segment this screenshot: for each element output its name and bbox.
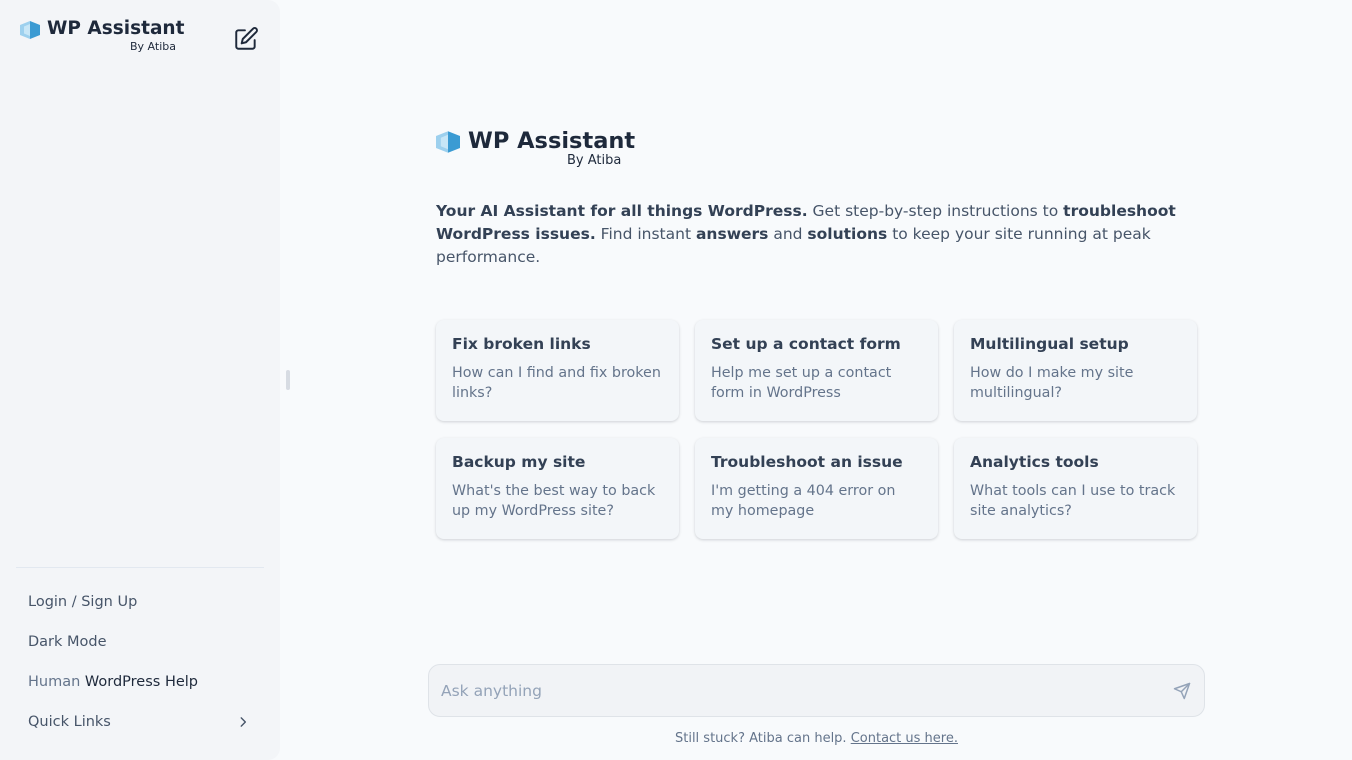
- suggestion-card-description: What's the best way to back up my WordPr…: [452, 483, 656, 519]
- suggestion-card-title: Backup my site: [452, 453, 586, 471]
- wp-assistant-logo-icon: [436, 131, 460, 153]
- sidebar: WP Assistant By Atiba Login / Sign Up Da…: [0, 0, 280, 760]
- edit-icon: [235, 27, 258, 50]
- hero-brand-name: WP Assistant: [468, 128, 636, 154]
- suggestion-card-description: I'm getting a 404 error on my homepage: [711, 483, 896, 519]
- chevron-right-icon: [240, 717, 247, 727]
- sidebar-item-quick-links-label: Quick Links: [28, 714, 111, 730]
- intro-bold-3: answers: [695, 225, 769, 243]
- sidebar-item-login-label: Login / Sign Up: [28, 594, 138, 610]
- send-button[interactable]: [1173, 682, 1191, 700]
- sidebar-resize-handle[interactable]: [286, 370, 290, 390]
- intro-text-3: and: [768, 225, 808, 243]
- sidebar-brand-name: WP Assistant: [47, 18, 185, 39]
- suggestion-card[interactable]: Set up a contact form Help me set up a c…: [695, 320, 938, 421]
- suggestion-card[interactable]: Fix broken links How can I find and fix …: [436, 320, 679, 421]
- footer-text: Still stuck? Atiba can help.: [674, 731, 847, 746]
- suggestion-card[interactable]: Backup my site What's the best way to ba…: [436, 438, 679, 539]
- footer-help: Still stuck? Atiba can help. Contact us …: [428, 730, 1205, 747]
- sidebar-divider: [16, 567, 264, 568]
- sidebar-item-human-help[interactable]: Human WordPress Help: [16, 665, 264, 699]
- sidebar-item-login[interactable]: Login / Sign Up: [16, 585, 264, 619]
- intro-text: Your AI Assistant for all things WordPre…: [436, 200, 1206, 269]
- sidebar-item-quick-links[interactable]: Quick Links: [16, 705, 264, 739]
- contact-link[interactable]: Contact us here.: [851, 731, 958, 746]
- chat-input[interactable]: [441, 665, 1161, 716]
- sidebar-item-human-help-label: WordPress Help: [84, 674, 199, 690]
- sidebar-brand-byline: By Atiba: [130, 40, 176, 53]
- suggestion-card-title: Troubleshoot an issue: [711, 453, 903, 471]
- suggestion-card[interactable]: Multilingual setup How do I make my site…: [954, 320, 1197, 421]
- wp-assistant-logo-icon: [20, 21, 40, 39]
- suggestion-card-title: Fix broken links: [452, 335, 591, 353]
- sidebar-item-dark-mode[interactable]: Dark Mode: [16, 625, 264, 659]
- suggestion-card[interactable]: Analytics tools What tools can I use to …: [954, 438, 1197, 539]
- intro-text-2: Find instant: [595, 225, 696, 243]
- suggestion-card-title: Multilingual setup: [970, 335, 1129, 353]
- send-icon: [1173, 682, 1191, 700]
- suggestion-card-description: What tools can I use to track site analy…: [970, 483, 1176, 519]
- hero-brand-byline: By Atiba: [567, 153, 622, 168]
- suggestion-card-title: Analytics tools: [970, 453, 1099, 471]
- suggestion-card-description: How do I make my site multilingual?: [970, 365, 1134, 401]
- suggestion-card-title: Set up a contact form: [711, 335, 901, 353]
- sidebar-item-human-help-prefix: Human: [28, 674, 81, 690]
- sidebar-item-dark-mode-label: Dark Mode: [28, 634, 107, 650]
- intro-bold-1: Your AI Assistant for all things WordPre…: [436, 202, 808, 220]
- intro-text-1: Get step-by-step instructions to: [807, 202, 1064, 220]
- intro-bold-4: solutions: [807, 225, 888, 243]
- suggestion-card-description: How can I find and fix broken links?: [452, 365, 661, 401]
- suggestion-card-description: Help me set up a contact form in WordPre…: [711, 365, 892, 401]
- chat-composer: [428, 664, 1205, 717]
- suggestion-card[interactable]: Troubleshoot an issue I'm getting a 404 …: [695, 438, 938, 539]
- new-chat-button[interactable]: [233, 26, 259, 52]
